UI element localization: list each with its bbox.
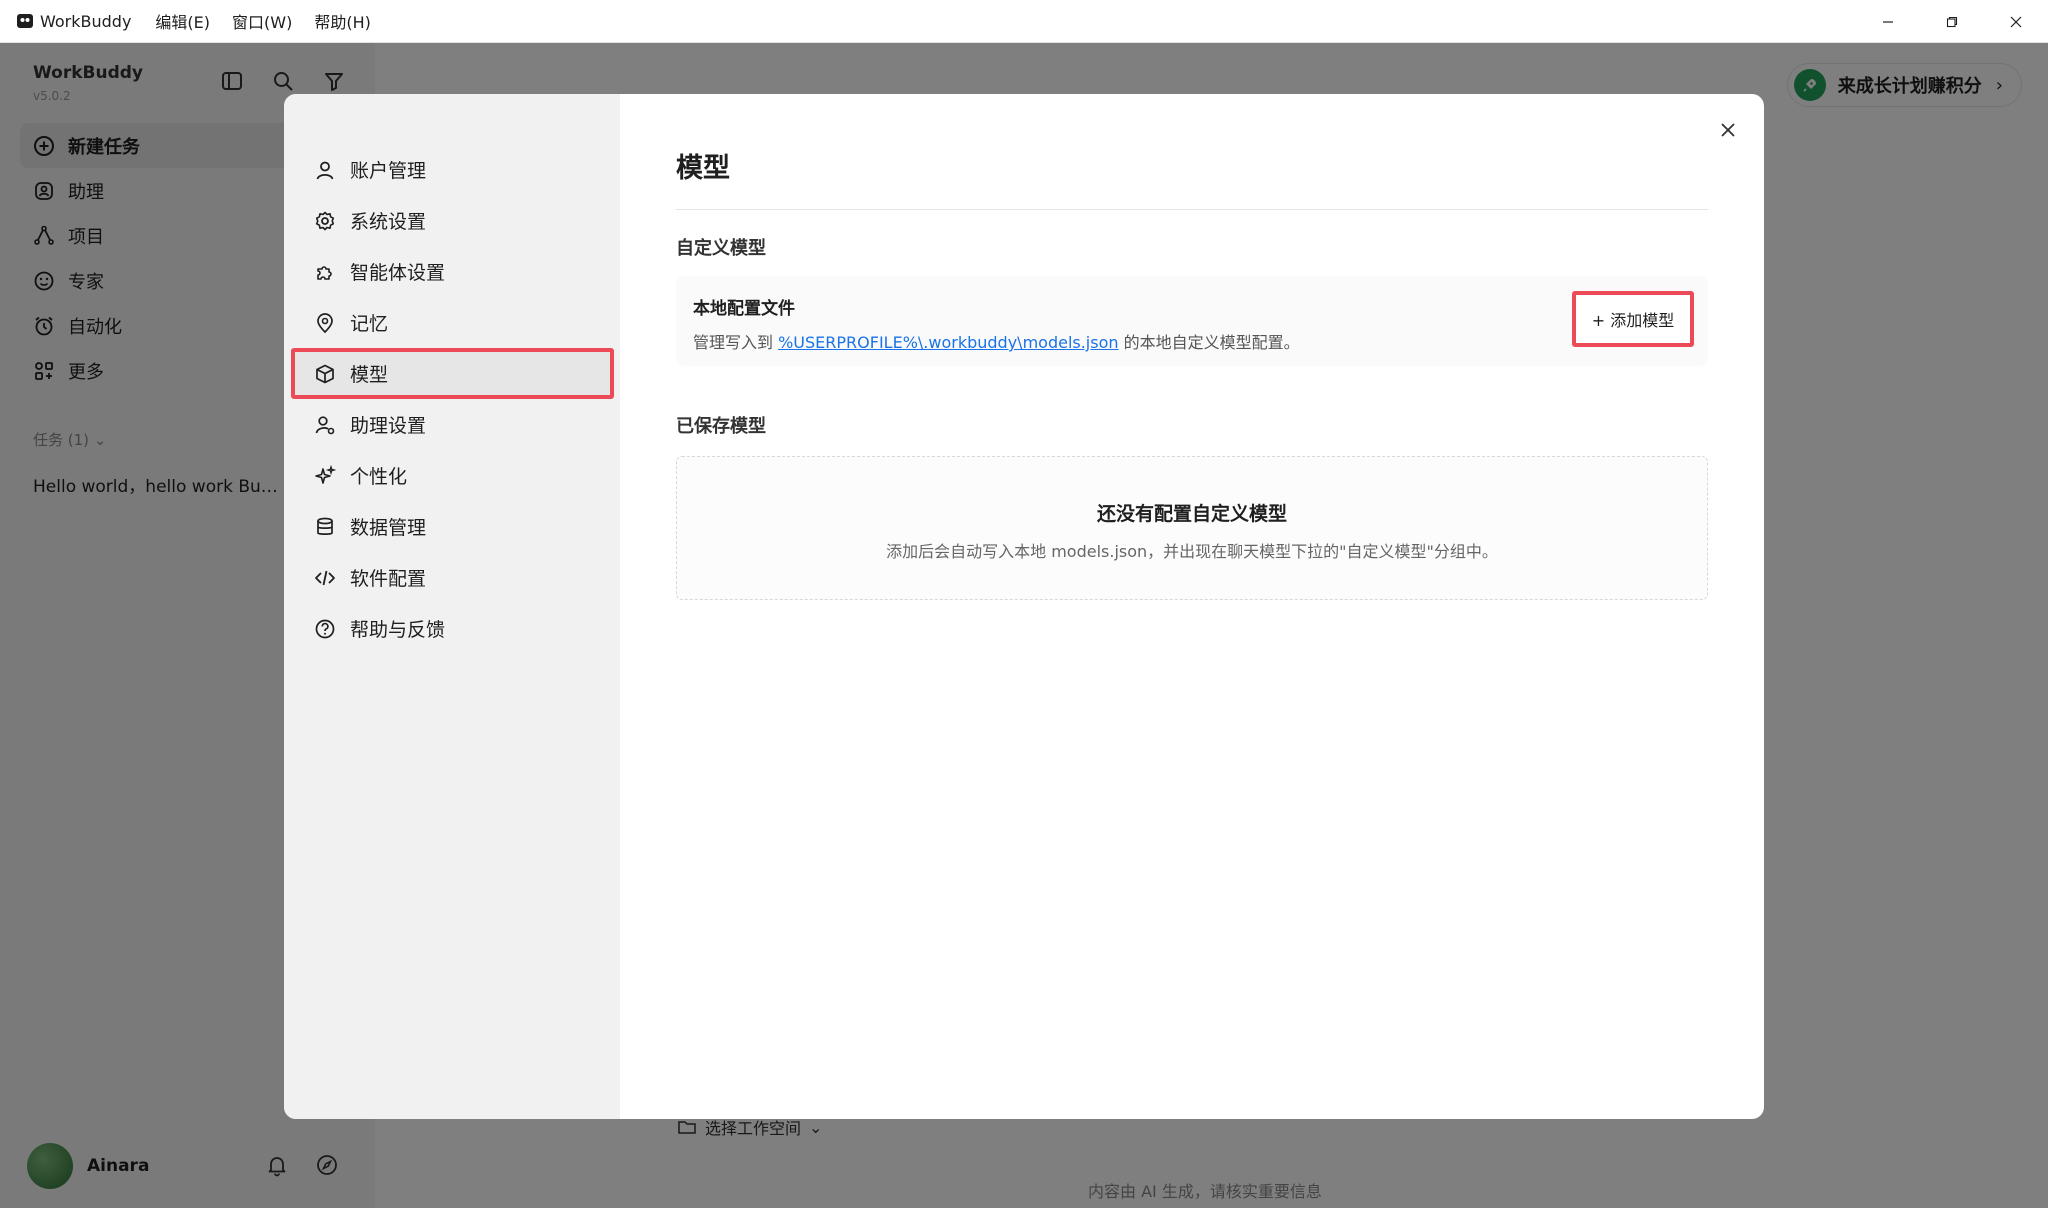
- settings-item-label: 助理设置: [350, 415, 427, 437]
- window-controls: [1856, 0, 2048, 43]
- window-close-button[interactable]: [1984, 0, 2048, 43]
- user-settings-icon: [315, 415, 335, 434]
- menu-help[interactable]: 帮助(H): [314, 9, 371, 33]
- app-name: WorkBuddy: [40, 11, 132, 31]
- custom-models-heading: 自定义模型: [676, 238, 766, 259]
- menu-edit[interactable]: 编辑(E): [155, 9, 210, 33]
- settings-item-label: 系统设置: [350, 211, 427, 233]
- settings-item-agent[interactable]: 智能体设置: [291, 246, 614, 297]
- card-description: 管理写入到 %USERPROFILE%\.workbuddy\models.js…: [693, 329, 1708, 353]
- empty-state-description: 添加后会自动写入本地 models.json，并出现在聊天模型下拉的"自定义模型…: [886, 542, 1498, 561]
- settings-item-help[interactable]: 帮助与反馈: [291, 603, 614, 654]
- puzzle-icon: [317, 265, 332, 280]
- settings-item-label: 数据管理: [350, 517, 427, 539]
- restore-button[interactable]: [1920, 0, 1984, 43]
- saved-models-heading: 已保存模型: [676, 416, 766, 437]
- empty-state-title: 还没有配置自定义模型: [1096, 503, 1287, 525]
- settings-item-label: 模型: [350, 364, 389, 386]
- settings-item-label: 个性化: [350, 466, 408, 488]
- settings-item-system[interactable]: 系统设置: [291, 195, 614, 246]
- minimize-button[interactable]: [1856, 0, 1920, 43]
- card-desc-suffix: 的本地自定义模型配置。: [1118, 333, 1300, 352]
- settings-item-software[interactable]: 软件配置: [291, 552, 614, 603]
- restore-icon: [1946, 16, 1958, 27]
- close-icon: [1721, 123, 1735, 137]
- card-title: 本地配置文件: [693, 299, 795, 319]
- settings-pane: 模型 自定义模型 本地配置文件 管理写入到 %USERPROFILE%\.wor…: [620, 94, 1764, 1119]
- local-config-card: 本地配置文件 管理写入到 %USERPROFILE%\.workbuddy\mo…: [676, 276, 1708, 366]
- settings-item-assistant[interactable]: 助理设置: [291, 399, 614, 450]
- menu-window[interactable]: 窗口(W): [232, 9, 292, 33]
- settings-item-label: 软件配置: [350, 568, 427, 590]
- gear-icon: [315, 211, 335, 230]
- settings-item-label: 记忆: [350, 313, 389, 335]
- window-titlebar: WorkBuddy 编辑(E) 窗口(W) 帮助(H): [0, 0, 2048, 43]
- page-title: 模型: [676, 146, 1708, 210]
- close-icon: [2010, 16, 2022, 27]
- database-icon: [317, 517, 333, 535]
- settings-item-data[interactable]: 数据管理: [291, 501, 614, 552]
- settings-item-account[interactable]: 账户管理: [291, 144, 614, 195]
- sparkle-icon: [315, 464, 336, 484]
- app-logo-icon: [17, 14, 33, 28]
- models-json-link[interactable]: %USERPROFILE%\.workbuddy\models.json: [778, 333, 1118, 352]
- help-icon: [315, 619, 335, 638]
- settings-item-label: 帮助与反馈: [350, 619, 446, 641]
- cube-icon: [316, 364, 334, 383]
- empty-state: 还没有配置自定义模型 添加后会自动写入本地 models.json，并出现在聊天…: [676, 456, 1708, 600]
- settings-item-model[interactable]: 模型: [291, 348, 614, 399]
- dialog-close-button[interactable]: [1714, 116, 1742, 144]
- code-icon: [315, 570, 335, 585]
- settings-item-label: 智能体设置: [350, 262, 446, 284]
- minimize-icon: [1883, 20, 1893, 23]
- user-icon: [316, 161, 334, 179]
- memory-icon: [317, 312, 333, 333]
- settings-dialog: 账户管理 系统设置 智能体设置 记忆 模型 助理设置 个性化 数据管理 软件配置…: [284, 94, 1764, 1119]
- settings-item-personalize[interactable]: 个性化: [291, 450, 614, 501]
- add-model-button[interactable]: + 添加模型: [1572, 291, 1694, 347]
- card-desc-prefix: 管理写入到: [693, 333, 779, 352]
- settings-item-label: 账户管理: [350, 160, 427, 182]
- settings-menu: 账户管理 系统设置 智能体设置 记忆 模型 助理设置 个性化 数据管理 软件配置…: [284, 94, 620, 1119]
- settings-item-memory[interactable]: 记忆: [291, 297, 614, 348]
